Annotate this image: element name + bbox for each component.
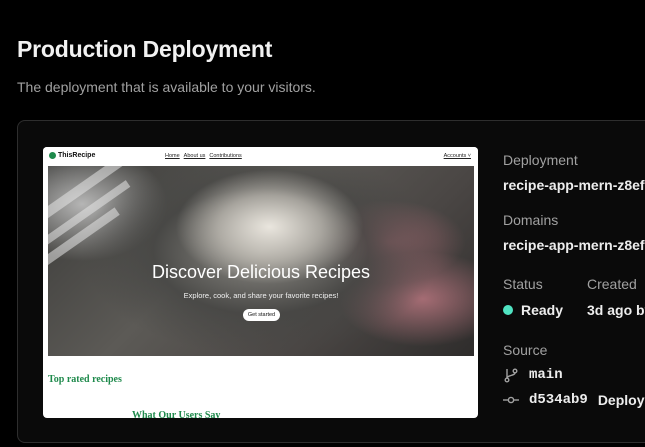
preview-get-started-button: Get started — [243, 309, 280, 321]
preview-logo: ThisRecipe — [49, 152, 95, 159]
git-branch-icon — [504, 368, 518, 383]
deployment-preview[interactable]: ThisRecipe Home About us Contributions A… — [43, 147, 478, 418]
source-label: Source — [503, 342, 548, 358]
page-subtitle: The deployment that is available to your… — [17, 79, 316, 95]
deployment-label: Deployment — [503, 152, 578, 168]
preview-logo-text: ThisRecipe — [58, 152, 96, 159]
status-label: Status — [503, 276, 543, 292]
created-value: 3d ago by — [587, 302, 645, 318]
domain-link[interactable]: recipe-app-mern-z8ef — [503, 237, 645, 253]
status-value: Ready — [521, 302, 564, 318]
preview-nav-links: Home About us Contributions — [165, 153, 242, 159]
preview-navbar: ThisRecipe Home About us Contributions A… — [43, 147, 478, 166]
branch-name: main — [529, 367, 563, 383]
preview-hero-title: Discover Delicious Recipes — [151, 262, 371, 282]
commit-message: Deploym — [597, 392, 645, 408]
preview-nav-about: About us — [183, 153, 206, 159]
page-title: Production Deployment — [17, 36, 273, 62]
preview-accounts-menu: Accounts ˅ — [443, 153, 471, 159]
deployment-card: ThisRecipe Home About us Contributions A… — [17, 120, 645, 443]
source-commit[interactable]: d534ab9 Deploym — [503, 392, 645, 408]
source-branch[interactable]: main — [503, 367, 563, 383]
preview-users-heading: What Our Users Say — [132, 410, 221, 418]
preview-nav-home: Home — [165, 153, 180, 159]
git-commit-icon — [503, 396, 519, 404]
preview-hero-subtitle: Explore, cook, and share your favorite r… — [183, 291, 339, 300]
status-indicator: Ready — [503, 302, 563, 318]
logo-leaf-icon — [49, 152, 56, 159]
domains-label: Domains — [503, 212, 559, 228]
created-label: Created — [587, 276, 637, 292]
commit-hash: d534ab9 — [529, 392, 588, 408]
preview-nav-contributions: Contributions — [209, 153, 242, 159]
preview-top-rated-heading: Top rated recipes — [48, 374, 122, 385]
status-dot-icon — [503, 305, 513, 315]
preview-hero-image: Discover Delicious Recipes Explore, cook… — [48, 166, 474, 356]
deployment-url-link[interactable]: recipe-app-mern-z8ef — [503, 177, 645, 193]
